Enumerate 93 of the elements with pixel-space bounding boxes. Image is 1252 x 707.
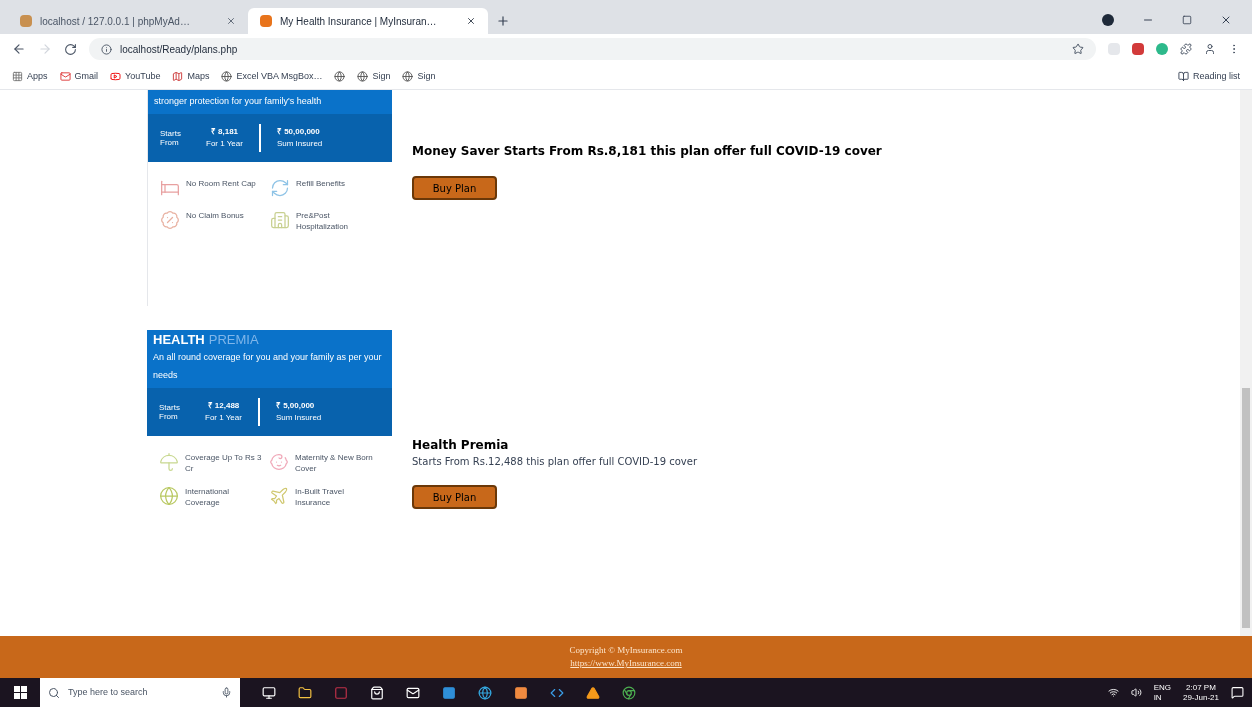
bookmark[interactable]: Maps <box>172 69 210 84</box>
price-note: For 1 Year <box>206 138 243 150</box>
feature-icon <box>160 210 180 230</box>
browser-tab[interactable]: localhost / 127.0.0.1 | phpMyAd… <box>8 8 248 34</box>
task-view-icon[interactable] <box>262 685 276 700</box>
sum-insured-label: Sum Insured <box>276 138 323 150</box>
bookmark-icon <box>402 71 414 82</box>
bookmark[interactable]: YouTube <box>110 69 161 84</box>
tab-title: My Health Insurance | MyInsuran… <box>280 14 438 29</box>
price: ₹ 8,181 <box>210 126 239 138</box>
scrollbar-thumb[interactable] <box>1242 388 1250 628</box>
price-note: For 1 Year <box>205 412 242 424</box>
starts-from-label: Starts From <box>159 403 181 421</box>
tab-title: localhost / 127.0.0.1 | phpMyAd… <box>40 14 191 29</box>
sum-insured-label: Sum Insured <box>275 412 322 424</box>
maximize-icon[interactable] <box>1182 15 1192 25</box>
bookmark[interactable]: Gmail <box>59 69 99 84</box>
profile-icon[interactable] <box>1204 43 1216 55</box>
buy-plan-button[interactable]: Buy Plan <box>412 485 497 509</box>
sum-insured-amount: ₹ 5,00,000 <box>275 400 316 412</box>
info-icon <box>101 43 112 55</box>
bookmark[interactable]: Apps <box>12 69 48 84</box>
plan-name: HEALTH <box>153 332 205 348</box>
feature-icon <box>270 210 290 230</box>
feature-icon <box>159 452 179 472</box>
feature-icon <box>160 178 180 198</box>
bookmark-icon <box>221 71 233 82</box>
clock-date[interactable]: 29-Jun-21 <box>1182 692 1219 703</box>
address-bar[interactable]: localhost/Ready/plans.php <box>89 38 1096 60</box>
feature-icon <box>269 452 289 472</box>
network-icon[interactable] <box>1107 687 1119 698</box>
microphone-icon <box>221 687 232 698</box>
feature-icon <box>159 486 179 506</box>
language-label[interactable]: ENG <box>1153 682 1171 693</box>
new-tab-icon[interactable] <box>496 14 510 28</box>
plan-tagline: stronger protection for your family's health <box>154 95 323 108</box>
close-icon[interactable] <box>1220 14 1232 26</box>
taskbar-search-field[interactable]: Type here to search <box>40 678 240 707</box>
price: ₹ 12,488 <box>207 400 240 412</box>
extensions-icon[interactable] <box>1180 43 1192 55</box>
profile-icon[interactable] <box>1102 14 1114 26</box>
back-icon[interactable] <box>12 42 26 56</box>
search-icon <box>48 686 60 699</box>
favicon-icon <box>260 15 272 27</box>
bookmark-icon <box>12 71 23 82</box>
taskbar-app-icon[interactable] <box>622 685 636 700</box>
close-icon[interactable] <box>226 16 236 26</box>
plan-description: Starts From Rs.12,488 this plan offer full COVID-19 cover <box>412 455 697 469</box>
close-icon[interactable] <box>466 16 476 26</box>
feature-label: International Coverage <box>185 486 231 508</box>
copyright-text: Copyright © MyInsurance.com <box>569 643 683 657</box>
bookmark-icon <box>110 71 122 82</box>
plan-title: Health Premia <box>412 437 510 454</box>
favicon-icon <box>20 15 32 27</box>
bookmark-icon <box>357 71 369 82</box>
bookmark[interactable]: Sign <box>402 69 436 84</box>
reading-list-icon <box>1177 71 1189 82</box>
clock-time[interactable]: 2:07 PM <box>1186 682 1216 693</box>
bookmark-star-icon[interactable] <box>1072 43 1084 55</box>
plan-name-suffix: PREMIA <box>208 332 259 348</box>
sum-insured-amount: ₹ 50,00,000 <box>276 126 321 138</box>
taskbar-app-icon[interactable] <box>514 685 528 700</box>
plan-description: Money Saver Starts From Rs.8,181 this plan offer full COVID-19 cover <box>412 143 882 160</box>
reload-icon[interactable] <box>64 42 77 56</box>
feature-label: Coverage Up To Rs 3 Cr <box>185 452 263 474</box>
feature-icon <box>269 486 289 506</box>
feature-label: No Claim Bonus <box>186 210 245 221</box>
region-label[interactable]: IN <box>1153 692 1171 703</box>
feature-label: Pre&Post Hospitalization <box>296 210 350 232</box>
feature-label: In-Built Travel Insurance <box>295 486 345 508</box>
taskbar-app-icon[interactable] <box>406 685 420 700</box>
reading-list-button[interactable]: Reading list <box>1177 69 1240 84</box>
taskbar-app-icon[interactable] <box>298 685 312 700</box>
notifications-icon[interactable] <box>1231 686 1244 699</box>
starts-from-label: Starts From <box>160 129 182 147</box>
plan-tagline: An all round coverage for you and your family as per your needs <box>153 351 383 382</box>
scrollbar[interactable] <box>1240 90 1252 636</box>
feature-label: Refill Benefits <box>296 178 346 189</box>
bookmark-icon <box>59 71 71 82</box>
taskbar-app-icon[interactable] <box>586 685 600 700</box>
taskbar-app-icon[interactable] <box>478 685 492 700</box>
bookmark[interactable]: Sign <box>357 69 391 84</box>
feature-label: No Room Rent Cap <box>186 178 257 189</box>
url-text: localhost/Ready/plans.php <box>120 42 238 57</box>
volume-icon[interactable] <box>1130 687 1142 698</box>
extension-icon[interactable] <box>1132 43 1144 55</box>
bookmark[interactable]: Excel VBA MsgBox… <box>221 69 323 84</box>
feature-label: Maternity & New Born Cover <box>295 452 374 474</box>
browser-tab[interactable]: My Health Insurance | MyInsuran… <box>248 8 488 34</box>
buy-plan-button[interactable]: Buy Plan <box>412 176 497 200</box>
bookmark-icon[interactable] <box>334 71 346 82</box>
feature-icon <box>270 178 290 198</box>
bookmark-icon <box>172 71 184 82</box>
